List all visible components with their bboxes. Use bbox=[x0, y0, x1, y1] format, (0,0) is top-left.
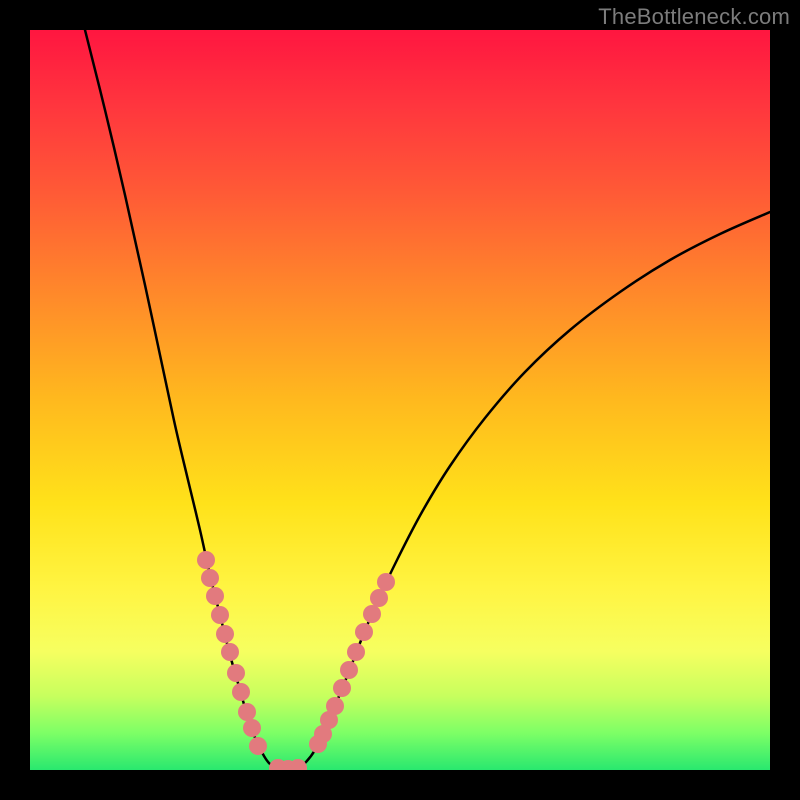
data-dot bbox=[197, 551, 215, 569]
data-dot bbox=[326, 697, 344, 715]
data-dot bbox=[201, 569, 219, 587]
data-dot bbox=[347, 643, 365, 661]
scatter-left bbox=[197, 551, 307, 770]
watermark-text: TheBottleneck.com bbox=[598, 4, 790, 30]
curve-right bbox=[298, 212, 770, 768]
plot-area bbox=[30, 30, 770, 770]
data-dot bbox=[363, 605, 381, 623]
data-dot bbox=[238, 703, 256, 721]
data-dot bbox=[243, 719, 261, 737]
scatter-right bbox=[309, 573, 395, 753]
data-dot bbox=[249, 737, 267, 755]
data-dot bbox=[333, 679, 351, 697]
data-dot bbox=[227, 664, 245, 682]
data-dot bbox=[211, 606, 229, 624]
chart-frame: TheBottleneck.com bbox=[0, 0, 800, 800]
data-dot bbox=[289, 759, 307, 770]
data-dot bbox=[377, 573, 395, 591]
curve-left bbox=[85, 30, 278, 768]
data-dot bbox=[370, 589, 388, 607]
data-dot bbox=[232, 683, 250, 701]
data-dot bbox=[216, 625, 234, 643]
chart-svg bbox=[30, 30, 770, 770]
data-dot bbox=[221, 643, 239, 661]
data-dot bbox=[355, 623, 373, 641]
data-dot bbox=[206, 587, 224, 605]
data-dot bbox=[340, 661, 358, 679]
